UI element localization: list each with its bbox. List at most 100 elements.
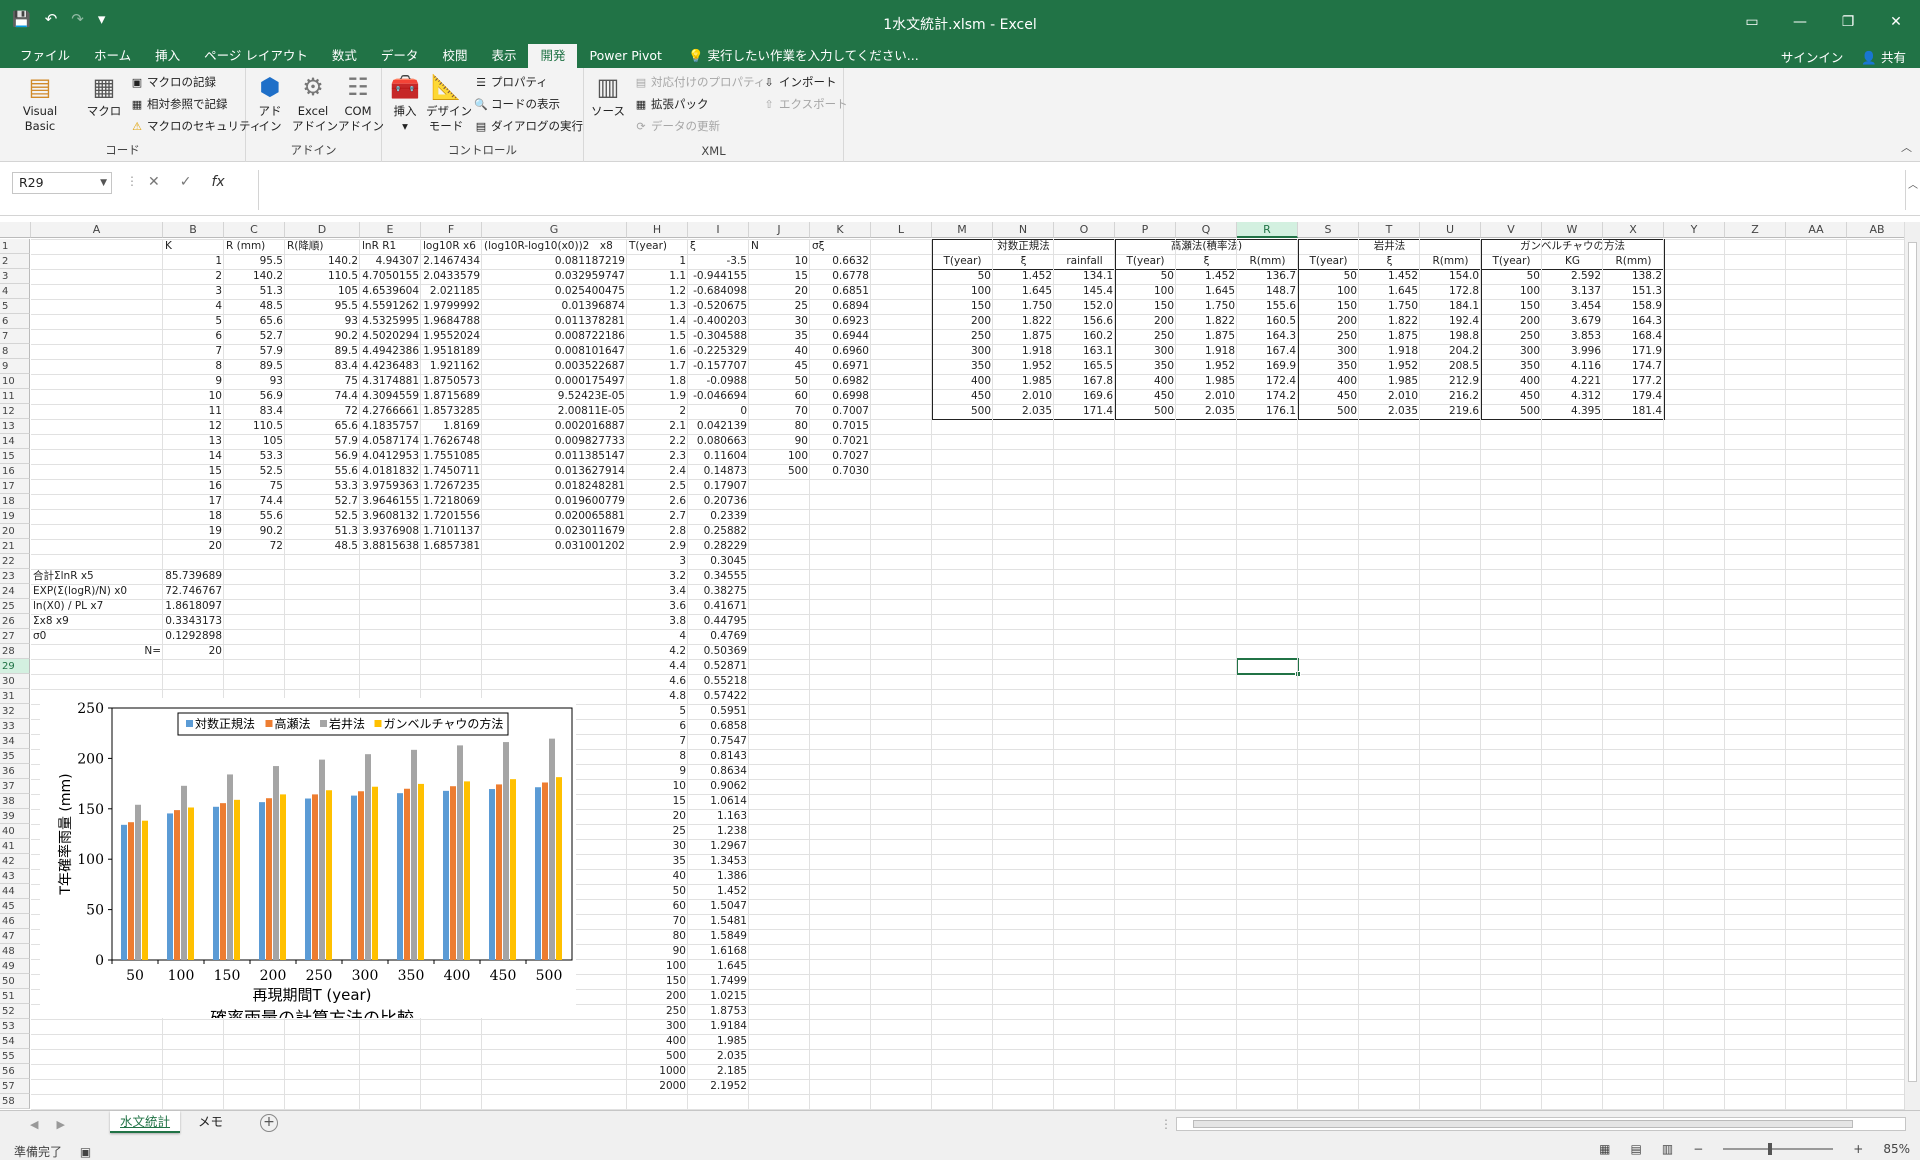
sigma-cell[interactable]: 0.6632: [810, 254, 871, 269]
data-cell[interactable]: 0.013627914: [482, 464, 627, 479]
column-header-P[interactable]: P: [1115, 222, 1176, 238]
t-year-cell[interactable]: 2.1: [627, 419, 688, 434]
data-cell[interactable]: 53.3: [285, 479, 360, 494]
xi-cell[interactable]: 0.6858: [688, 719, 749, 734]
row-header-30[interactable]: 30: [0, 674, 30, 689]
tab-3[interactable]: ページ レイアウト: [192, 44, 320, 68]
xi-cell[interactable]: -0.0988: [688, 374, 749, 389]
data-cell[interactable]: 11: [163, 404, 224, 419]
t-year-cell[interactable]: 1.3: [627, 299, 688, 314]
data-cell[interactable]: 4.5020294: [360, 329, 421, 344]
data-cell[interactable]: 0.002016887: [482, 419, 627, 434]
t-year-cell[interactable]: 9: [627, 764, 688, 779]
row-header-25[interactable]: 25: [0, 599, 30, 614]
t-year-cell[interactable]: 2.5: [627, 479, 688, 494]
data-cell[interactable]: 56.9: [224, 389, 285, 404]
record-macro-button[interactable]: ▣ マクロの記録: [130, 72, 216, 92]
data-cell[interactable]: 1.7101137: [421, 524, 482, 539]
data-cell[interactable]: 1.8573285: [421, 404, 482, 419]
data-cell[interactable]: 89.5: [224, 359, 285, 374]
data-cell[interactable]: 4: [163, 299, 224, 314]
summary-value[interactable]: 0.3343173: [163, 614, 224, 629]
tab-4[interactable]: 数式: [320, 44, 369, 68]
t-year-cell[interactable]: 8: [627, 749, 688, 764]
row-header-53[interactable]: 53: [0, 1019, 30, 1034]
n-cell[interactable]: 500: [749, 464, 810, 479]
row-header-44[interactable]: 44: [0, 884, 30, 899]
data-cell[interactable]: 90.2: [224, 524, 285, 539]
sigma-cell[interactable]: 0.7030: [810, 464, 871, 479]
data-cell[interactable]: 1.9552024: [421, 329, 482, 344]
xi-cell[interactable]: 1.3453: [688, 854, 749, 869]
row-header-3[interactable]: 3: [0, 269, 30, 284]
data-cell[interactable]: 4.3094559: [360, 389, 421, 404]
data-cell[interactable]: 72: [224, 539, 285, 554]
summary-label[interactable]: EXP(Σ(logR)/N) x0: [31, 584, 163, 599]
xi-cell[interactable]: 0.57422: [688, 689, 749, 704]
column-header-M[interactable]: M: [932, 222, 993, 238]
xi-cell[interactable]: 0.2339: [688, 509, 749, 524]
header-K[interactable]: σξ: [810, 239, 871, 254]
data-cell[interactable]: 65.6: [285, 419, 360, 434]
xi-cell[interactable]: 0.4769: [688, 629, 749, 644]
tab-5[interactable]: データ: [369, 44, 431, 68]
data-cell[interactable]: 3.9646155: [360, 494, 421, 509]
xi-cell[interactable]: 0.52871: [688, 659, 749, 674]
data-cell[interactable]: 55.6: [224, 509, 285, 524]
minimize-icon[interactable]: —: [1776, 0, 1824, 44]
t-year-cell[interactable]: 400: [627, 1034, 688, 1049]
xi-cell[interactable]: 1.8753: [688, 1004, 749, 1019]
t-year-cell[interactable]: 50: [627, 884, 688, 899]
t-year-cell[interactable]: 4: [627, 629, 688, 644]
n-cell[interactable]: 60: [749, 389, 810, 404]
column-header-X[interactable]: X: [1603, 222, 1664, 238]
xi-cell[interactable]: 0.14873: [688, 464, 749, 479]
column-header-U[interactable]: U: [1420, 222, 1481, 238]
data-cell[interactable]: 1.9684788: [421, 314, 482, 329]
column-header-O[interactable]: O: [1054, 222, 1115, 238]
header-H[interactable]: T(year): [627, 239, 688, 254]
data-cell[interactable]: 2.021185: [421, 284, 482, 299]
xi-cell[interactable]: 0.38275: [688, 584, 749, 599]
t-year-cell[interactable]: 1.4: [627, 314, 688, 329]
data-cell[interactable]: 74.4: [224, 494, 285, 509]
row-header-12[interactable]: 12: [0, 404, 30, 419]
macro-button[interactable]: ▦ マクロ: [84, 72, 124, 119]
column-header-E[interactable]: E: [360, 222, 421, 238]
n-cell[interactable]: 15: [749, 269, 810, 284]
column-header-I[interactable]: I: [688, 222, 749, 238]
sigma-cell[interactable]: 0.6971: [810, 359, 871, 374]
header-F[interactable]: log10R x6: [421, 239, 482, 254]
share-button[interactable]: 👤 共有: [1861, 47, 1906, 66]
t-year-cell[interactable]: 250: [627, 1004, 688, 1019]
data-cell[interactable]: 52.5: [224, 464, 285, 479]
data-cell[interactable]: 0.031001202: [482, 539, 627, 554]
row-header-7[interactable]: 7: [0, 329, 30, 344]
row-header-33[interactable]: 33: [0, 719, 30, 734]
relative-reference-button[interactable]: ▦ 相対参照で記録: [130, 94, 228, 114]
column-header-Z[interactable]: Z: [1725, 222, 1786, 238]
data-cell[interactable]: 15: [163, 464, 224, 479]
page-layout-view-icon[interactable]: ▤: [1631, 1142, 1642, 1156]
row-header-50[interactable]: 50: [0, 974, 30, 989]
run-dialog-button[interactable]: ▤ ダイアログの実行: [474, 116, 583, 136]
row-header-4[interactable]: 4: [0, 284, 30, 299]
tab-1[interactable]: ホーム: [82, 44, 143, 68]
summary-label[interactable]: N=: [31, 644, 163, 659]
sigma-cell[interactable]: 0.7027: [810, 449, 871, 464]
data-cell[interactable]: 4.0587174: [360, 434, 421, 449]
column-header-AA[interactable]: AA: [1786, 222, 1847, 238]
sheet-tab-1[interactable]: メモ: [188, 1111, 233, 1133]
xi-cell[interactable]: 0.50369: [688, 644, 749, 659]
cancel-icon[interactable]: ✕: [148, 174, 160, 190]
expansion-pack-button[interactable]: ▦ 拡張パック: [634, 94, 709, 114]
row-header-39[interactable]: 39: [0, 809, 30, 824]
header-I[interactable]: ξ: [688, 239, 749, 254]
data-cell[interactable]: 19: [163, 524, 224, 539]
fill-handle[interactable]: [1295, 671, 1301, 677]
xi-cell[interactable]: -0.046694: [688, 389, 749, 404]
t-year-cell[interactable]: 1000: [627, 1064, 688, 1079]
data-cell[interactable]: 4.7050155: [360, 269, 421, 284]
row-header-48[interactable]: 48: [0, 944, 30, 959]
row-header-15[interactable]: 15: [0, 449, 30, 464]
